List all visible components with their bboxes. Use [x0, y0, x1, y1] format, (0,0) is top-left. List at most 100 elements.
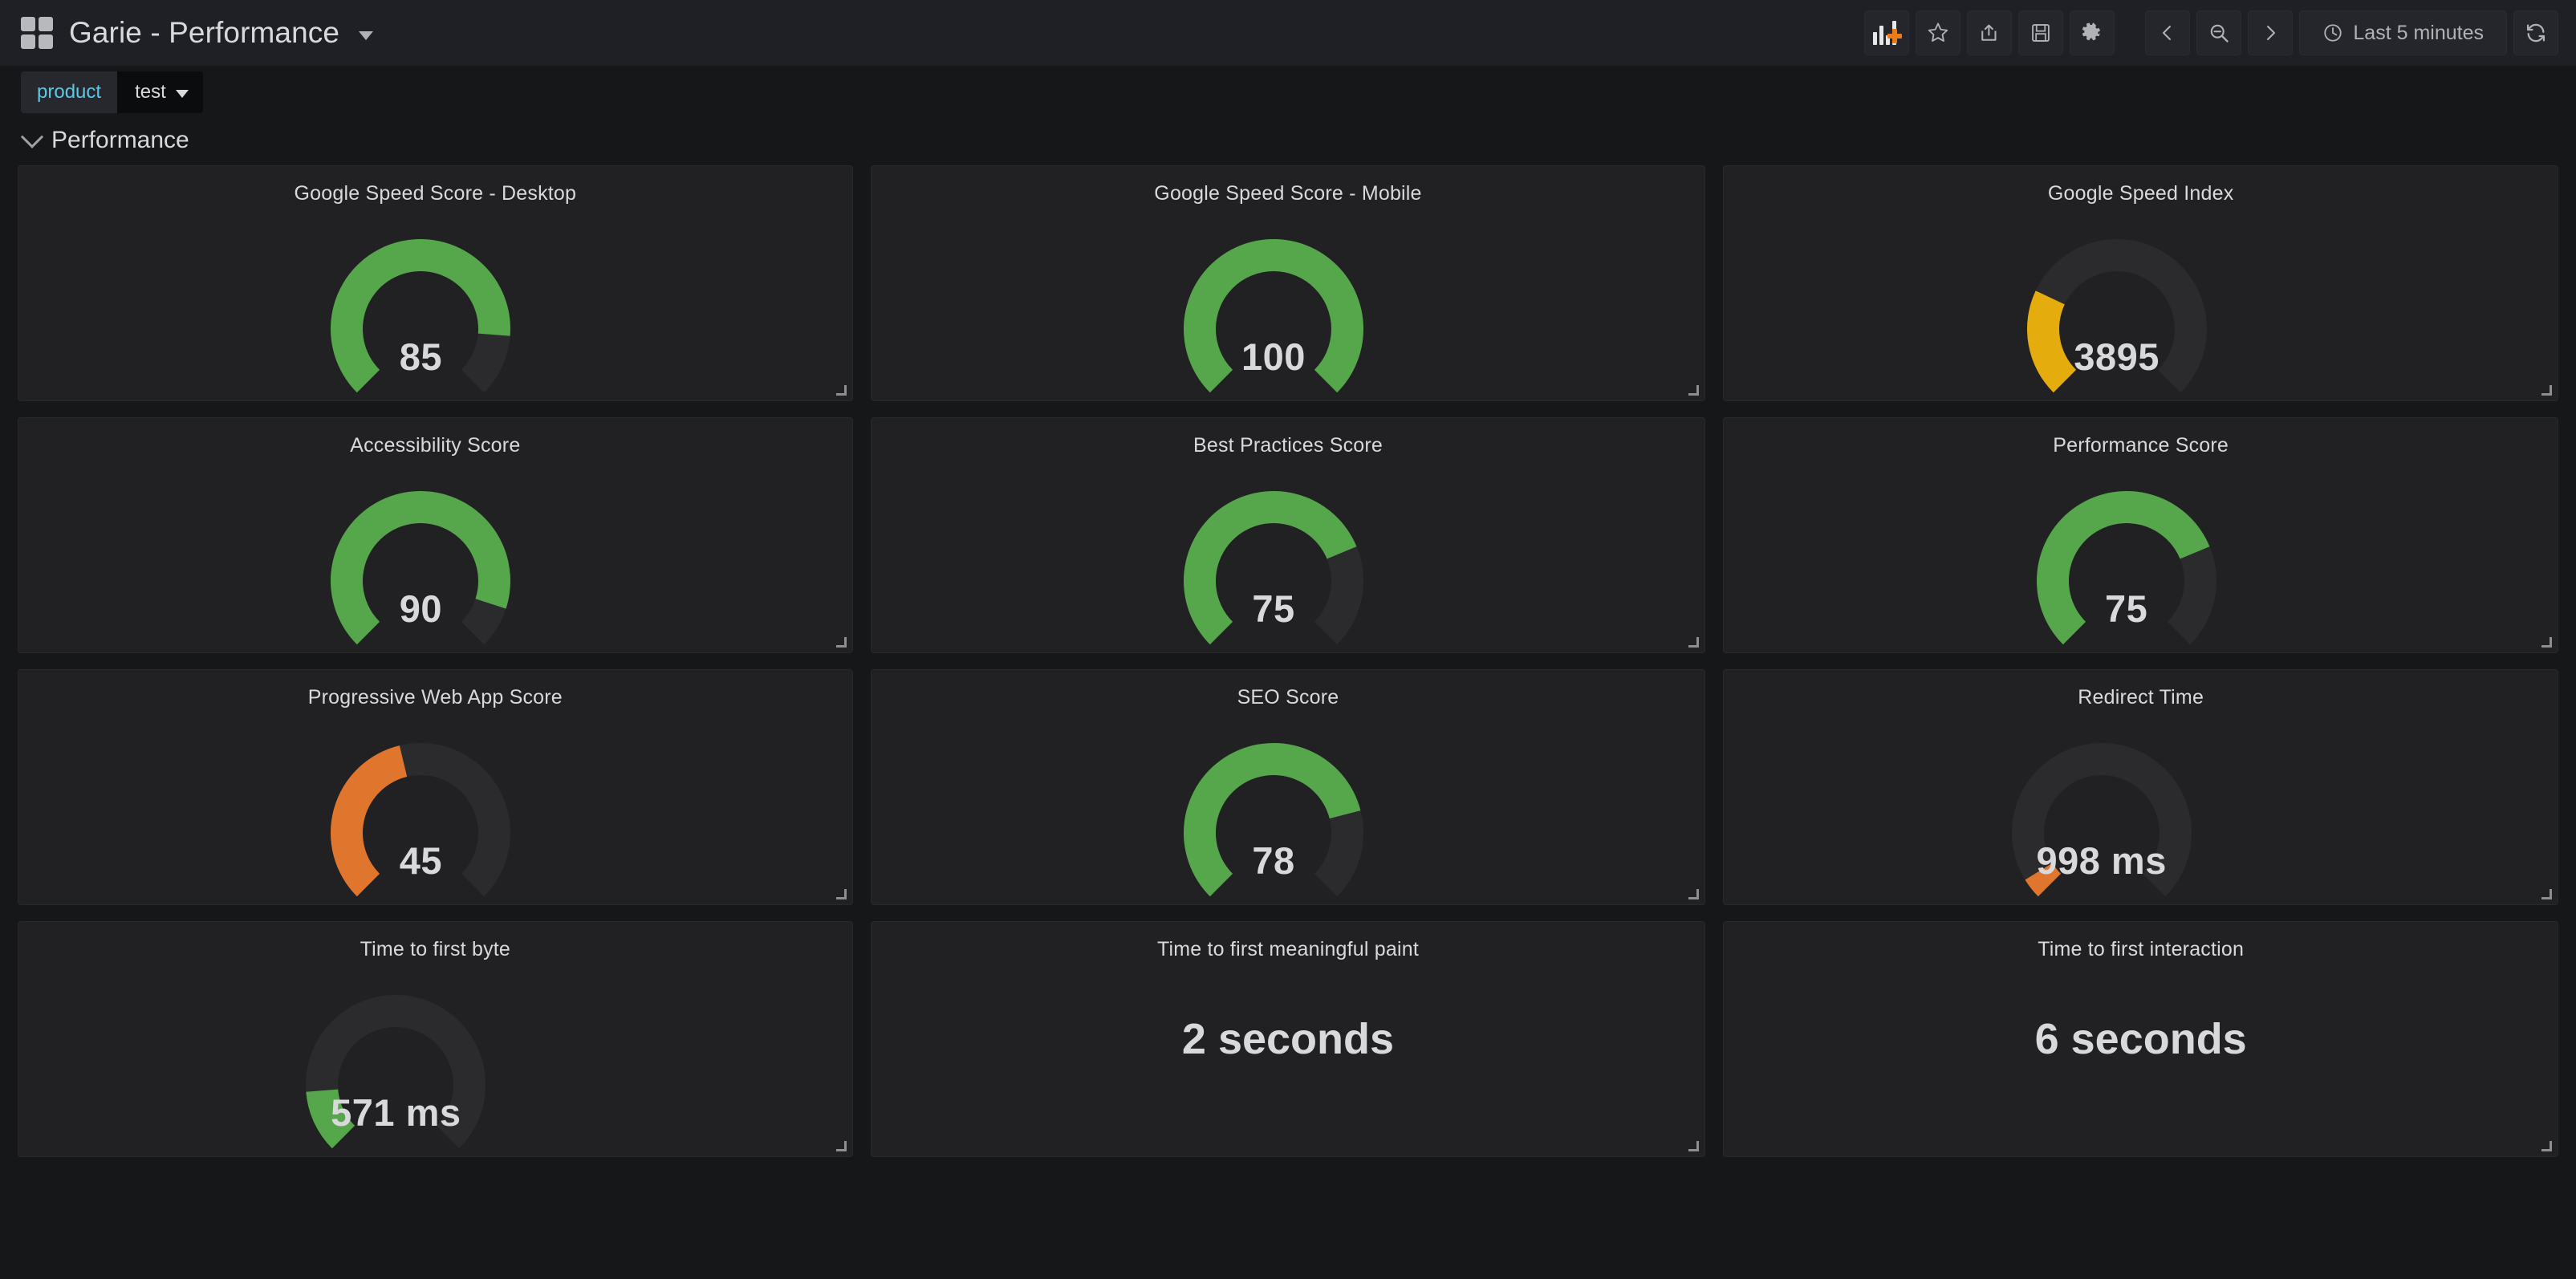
- gauge-value-text: 100: [1241, 335, 1306, 378]
- time-shift-forward-button[interactable]: [2248, 10, 2294, 55]
- save-button[interactable]: [2018, 10, 2064, 55]
- time-range-picker[interactable]: Last 5 minutes: [2299, 10, 2507, 55]
- chevron-down-icon: [175, 90, 189, 98]
- gauge-panel[interactable]: Time to first meaningful paint 2 seconds: [870, 921, 1706, 1157]
- gauge-area: 78: [872, 717, 1705, 904]
- share-button[interactable]: [1967, 10, 2013, 55]
- panel-title: Progressive Web App Score: [307, 686, 563, 709]
- navbar-action-buttons: [1864, 10, 2115, 55]
- gauge-panel[interactable]: Best Practices Score 75: [870, 417, 1706, 653]
- gauge-value-text: 75: [2105, 587, 2148, 630]
- panel-title: SEO Score: [1237, 686, 1339, 709]
- gauge: 85: [304, 213, 537, 400]
- dashboard-grid-icon[interactable]: [21, 17, 53, 49]
- gauge-value-text: 75: [1252, 587, 1295, 630]
- panel-resize-handle[interactable]: [835, 385, 847, 396]
- share-icon: [1981, 24, 1997, 41]
- zoom-out-button[interactable]: [2196, 10, 2242, 55]
- gauge-value-text: 45: [399, 839, 442, 882]
- chevron-down-icon[interactable]: [20, 125, 44, 148]
- gauge-value-text: 998 ms: [2036, 839, 2167, 882]
- panel-title: Performance Score: [2053, 434, 2229, 457]
- panel-title: Redirect Time: [2078, 686, 2204, 709]
- zoom-out-magnifier-icon: [2211, 24, 2229, 43]
- settings-button[interactable]: [2070, 10, 2115, 55]
- panel-title: Accessibility Score: [350, 434, 521, 457]
- panel-resize-handle[interactable]: [1688, 637, 1700, 648]
- gauge-value-text: 90: [399, 587, 442, 630]
- gauge-value-text: 3895: [2074, 335, 2160, 378]
- time-range-label: Last 5 minutes: [2353, 21, 2484, 44]
- clock-icon: [2324, 24, 2342, 42]
- refresh-icon: [2526, 23, 2546, 43]
- gauge-panel[interactable]: Time to first byte 571 ms: [18, 921, 853, 1157]
- refresh-button[interactable]: [2513, 10, 2558, 55]
- gauge-area: 998 ms: [1724, 717, 2558, 904]
- panel-title: Google Speed Index: [2047, 182, 2234, 205]
- gear-icon: [2082, 22, 2101, 41]
- panel-resize-handle[interactable]: [835, 1141, 847, 1151]
- panel-resize-handle[interactable]: [2541, 637, 2552, 648]
- star-button[interactable]: [1916, 10, 1961, 55]
- page-title[interactable]: Garie - Performance: [69, 16, 339, 50]
- gauge: 75: [2010, 465, 2243, 652]
- gauge-area: 90: [18, 465, 852, 652]
- gauge-panel[interactable]: Google Speed Score - Mobile 100: [870, 165, 1706, 401]
- gauge-value-text: 85: [399, 335, 442, 378]
- panel-title: Time to first byte: [360, 938, 511, 960]
- gauge: 100: [1157, 213, 1390, 400]
- gauge-area: 75: [872, 465, 1705, 652]
- panel-resize-handle[interactable]: [1688, 1141, 1700, 1151]
- gauge-panel[interactable]: Google Speed Score - Desktop 85: [18, 165, 853, 401]
- gauge-panel[interactable]: Accessibility Score 90: [18, 417, 853, 653]
- chevron-left-icon: [2163, 26, 2172, 40]
- gauge-area: 3895: [1724, 213, 2558, 400]
- panel-resize-handle[interactable]: [2541, 385, 2552, 396]
- variable-label: product: [21, 71, 118, 113]
- dashboard-row-performance[interactable]: Performance: [0, 119, 2576, 165]
- top-navbar: Garie - Performance Last 5 minutes: [0, 0, 2576, 66]
- add-panel-icon: [1873, 21, 1903, 45]
- gauge-area: 100: [872, 213, 1705, 400]
- gauge-area: 571 ms: [18, 968, 852, 1156]
- gauge-value-text: 78: [1252, 839, 1295, 882]
- gauge-panel[interactable]: Performance Score 75: [1723, 417, 2558, 653]
- variable-value-dropdown[interactable]: test: [117, 71, 203, 113]
- star-icon: [1928, 22, 1948, 42]
- gauge: 45: [304, 717, 537, 904]
- gauge-panel[interactable]: Progressive Web App Score 45: [18, 669, 853, 905]
- panel-title: Best Practices Score: [1193, 434, 1383, 457]
- panel-resize-handle[interactable]: [1688, 385, 1700, 396]
- gauge-value-arc: [331, 745, 408, 897]
- gauge: 78: [1157, 717, 1390, 904]
- gauge: 3895: [2001, 213, 2233, 400]
- time-shift-back-button[interactable]: [2145, 10, 2191, 55]
- panel-title: Google Speed Score - Mobile: [1154, 182, 1422, 205]
- row-title: Performance: [51, 127, 189, 153]
- panel-resize-handle[interactable]: [1688, 889, 1700, 899]
- chevron-down-icon[interactable]: [359, 30, 374, 40]
- gauge: 90: [304, 465, 537, 652]
- chevron-right-icon: [2267, 26, 2276, 40]
- time-controls: Last 5 minutes: [2145, 10, 2558, 55]
- navbar-left: Garie - Performance: [21, 16, 374, 50]
- gauge: 571 ms: [279, 968, 512, 1156]
- gauge-area: 45: [18, 717, 852, 904]
- singlestat-value: 6 seconds: [2034, 1015, 2247, 1063]
- gauge-panel[interactable]: Google Speed Index 3895: [1723, 165, 2558, 401]
- panel-resize-handle[interactable]: [835, 889, 847, 899]
- add-panel-button[interactable]: [1864, 10, 1910, 55]
- panel-resize-handle[interactable]: [2541, 1141, 2552, 1151]
- navbar-right: Last 5 minutes: [1864, 10, 2558, 55]
- gauge-panel[interactable]: Redirect Time 998 ms: [1723, 669, 2558, 905]
- gauge-panel[interactable]: Time to first interaction 6 seconds: [1723, 921, 2558, 1157]
- variable-value-text: test: [135, 81, 166, 103]
- gauge-value-arc: [2026, 290, 2076, 393]
- gauge-panel[interactable]: SEO Score 78: [870, 669, 1706, 905]
- template-variable-product[interactable]: product test: [21, 71, 203, 113]
- gauge-value-text: 571 ms: [331, 1091, 461, 1134]
- singlestat-value: 2 seconds: [1181, 1015, 1395, 1063]
- panel-resize-handle[interactable]: [2541, 889, 2552, 899]
- gauge: 75: [1157, 465, 1390, 652]
- panel-resize-handle[interactable]: [835, 637, 847, 648]
